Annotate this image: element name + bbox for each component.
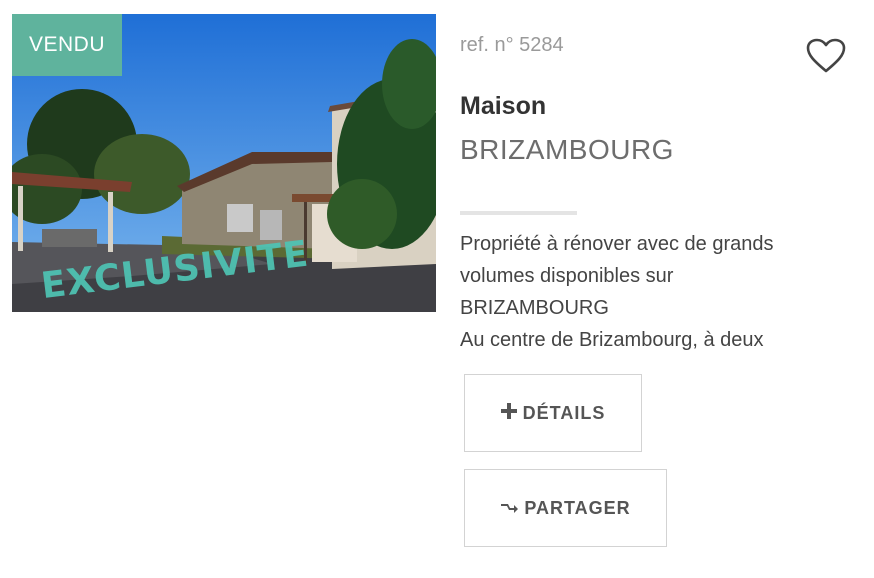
property-description: Propriété à rénover avec de grands volum… — [460, 228, 860, 350]
share-button[interactable]: PARTAGER — [464, 469, 667, 547]
description-line: Propriété à rénover avec de grands — [460, 233, 774, 255]
listing-card: EXCLUSIVITE VENDU ref. n° 5284 Maison BR… — [0, 0, 874, 578]
favorite-button[interactable] — [806, 38, 846, 74]
share-button-label: PARTAGER — [524, 497, 631, 518]
description-line: BRIZAMBOURG — [460, 297, 609, 319]
status-badge: VENDU — [12, 14, 122, 76]
divider — [460, 211, 577, 215]
heart-outline-icon — [806, 38, 846, 73]
reference-number: ref. n° 5284 — [460, 34, 564, 56]
details-button[interactable]: DÉTAILS — [464, 374, 642, 452]
description-line: Au centre de Brizambourg, à deux — [460, 329, 764, 350]
description-line: volumes disponibles sur — [460, 265, 674, 287]
arrow-right-icon — [500, 497, 519, 520]
property-type: Maison — [460, 92, 547, 120]
plus-icon — [500, 402, 517, 425]
property-city: BRIZAMBOURG — [460, 134, 674, 165]
details-button-label: DÉTAILS — [522, 402, 606, 423]
